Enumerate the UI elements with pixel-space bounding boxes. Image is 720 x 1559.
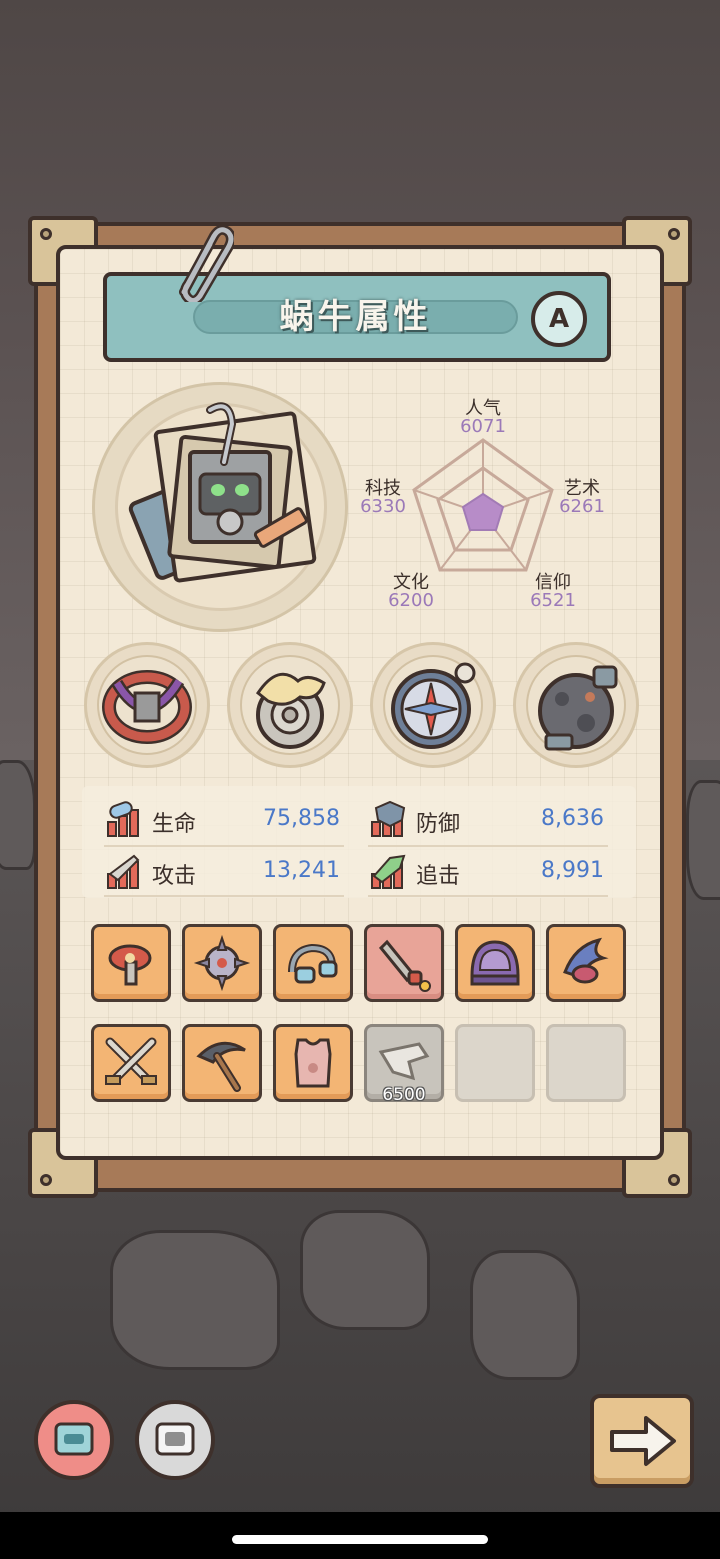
- unlock-cost: 6500: [382, 1085, 426, 1105]
- equip-slot-2[interactable]: [182, 924, 262, 1002]
- stat-label-hp: 生命: [152, 812, 197, 837]
- equip-slot-1[interactable]: [91, 924, 171, 1002]
- spiked-orb-icon: [193, 934, 251, 992]
- snail-shell-icon: [255, 672, 326, 749]
- radar-value-faith: 6521: [530, 590, 576, 611]
- radar-value-popularity: 6071: [460, 416, 506, 437]
- equip-slot-11[interactable]: [455, 1024, 535, 1102]
- shield-bar-icon: [371, 800, 406, 837]
- snail-card-button[interactable]: [34, 1400, 114, 1480]
- equip-slot-8[interactable]: [182, 1024, 262, 1102]
- equip-slot-6[interactable]: [546, 924, 626, 1002]
- stat-label-defense: 防御: [416, 812, 461, 837]
- next-button[interactable]: [590, 1394, 694, 1488]
- grade-badge[interactable]: A: [531, 291, 587, 347]
- arrow-right-icon: [610, 1416, 676, 1466]
- pickaxe-icon: [196, 1041, 246, 1092]
- winged-crest-icon: [563, 937, 609, 984]
- background-rock: [300, 1210, 430, 1330]
- equip-slot-3[interactable]: [273, 924, 353, 1002]
- relic-slot-4[interactable]: [513, 642, 639, 768]
- crossed-swords-icon: [105, 1037, 157, 1085]
- snail-portrait-icon[interactable]: [120, 402, 320, 592]
- armor-vest-icon: [294, 1038, 332, 1088]
- snail-card-icon: [54, 1422, 94, 1456]
- equip-slot-7[interactable]: [91, 1024, 171, 1102]
- stats-divider: [368, 895, 608, 897]
- background-rock: [0, 760, 36, 870]
- compass-icon: [391, 662, 476, 749]
- equip-slot-9[interactable]: [273, 1024, 353, 1102]
- radar-value-culture: 6200: [388, 590, 434, 611]
- space-helmet-icon: [470, 940, 520, 986]
- home-indicator[interactable]: [232, 1535, 488, 1544]
- equip-slot-12[interactable]: [546, 1024, 626, 1102]
- background-rock: [470, 1250, 580, 1380]
- sword-bar-icon: [107, 854, 140, 889]
- stat-value-attack: 13,241: [263, 858, 340, 883]
- stat-value-pursuit: 8,991: [541, 858, 604, 883]
- paperclip-icon: [179, 224, 234, 302]
- background-rock: [686, 780, 720, 900]
- stats-divider: [104, 845, 344, 847]
- rocket-blade-icon: [378, 939, 431, 992]
- radar-value-tech: 6330: [360, 496, 406, 517]
- background-rock: [110, 1230, 280, 1370]
- stats-divider: [104, 895, 344, 897]
- goggles-icon: [288, 943, 338, 984]
- raygun-icon: [108, 944, 152, 986]
- radar-value-art: 6261: [559, 496, 605, 517]
- stat-value-hp: 75,858: [263, 806, 340, 831]
- equip-slot-5[interactable]: [455, 924, 535, 1002]
- stat-label-pursuit: 追击: [416, 864, 461, 889]
- equip-slot-4[interactable]: [364, 924, 444, 1002]
- robot-card-button[interactable]: [135, 1400, 215, 1480]
- relic-slot-3[interactable]: [370, 642, 496, 768]
- robot-card-icon: [155, 1422, 195, 1456]
- equip-slot-10[interactable]: 6500: [364, 1024, 444, 1105]
- health-bar-icon: [107, 801, 139, 837]
- pursuit-bar-icon: [371, 854, 406, 889]
- stats-divider: [368, 845, 608, 847]
- thorn-vine-icon: [102, 670, 192, 744]
- page-title: 蜗牛属性: [279, 297, 432, 337]
- stat-label-attack: 攻击: [152, 864, 197, 889]
- stat-value-defense: 8,636: [541, 806, 604, 831]
- meteorite-icon: [538, 665, 618, 751]
- relic-slot-2[interactable]: [227, 642, 353, 768]
- relic-slot-1[interactable]: [84, 642, 210, 768]
